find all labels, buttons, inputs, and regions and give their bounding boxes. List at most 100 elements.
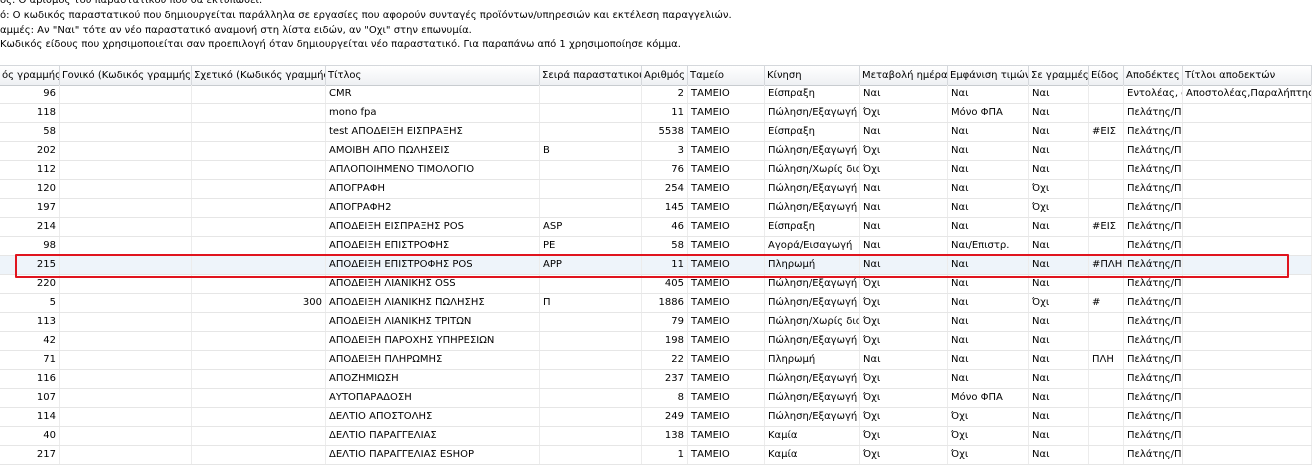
table-row[interactable]: 215 ΑΠΟΔΕΙΞΗ ΕΠΙΣΤΡΟΦΗΣ POS APP 11 ΤΑΜΕΙΟ Πλη… bbox=[0, 256, 1312, 275]
cell-item[interactable] bbox=[1089, 85, 1124, 103]
cell-line-code[interactable]: 214 bbox=[0, 218, 60, 236]
cell-recipients[interactable]: Πελάτης/Πρ bbox=[1124, 104, 1183, 122]
cell-related-code[interactable] bbox=[192, 370, 326, 388]
cell-title[interactable]: ΑΠΟΔΕΙΞΗ ΛΙΑΝΙΚΗΣ ΤΡΙΤΩΝ bbox=[326, 313, 540, 331]
cell-day-change[interactable]: Όχι bbox=[860, 427, 948, 445]
table-row[interactable]: 5 300 ΑΠΟΔΕΙΞΗ ΛΙΑΝΙΚΗΣ ΠΩΛΗΣΗΣ Π 1886 ΤΑΜΕΙΟ… bbox=[0, 294, 1312, 313]
cell-in-lines[interactable]: Ναι bbox=[1029, 313, 1089, 331]
cell-recipient-titles[interactable] bbox=[1183, 237, 1312, 255]
cell-in-lines[interactable]: Ναι bbox=[1029, 351, 1089, 369]
cell-title[interactable]: ΑΠΟΖΗΜΙΩΣΗ bbox=[326, 370, 540, 388]
column-header-line-code[interactable]: ός γραμμής bbox=[0, 66, 60, 85]
cell-day-change[interactable]: Ναι bbox=[860, 199, 948, 217]
cell-movement[interactable]: Είσπραξη bbox=[765, 85, 860, 103]
cell-show-prices[interactable]: Ναι bbox=[948, 218, 1029, 236]
cell-recipients[interactable]: Πελάτης/Πρ bbox=[1124, 123, 1183, 141]
cell-in-lines[interactable]: Ναι bbox=[1029, 332, 1089, 350]
cell-title[interactable]: CMR bbox=[326, 85, 540, 103]
cell-day-change[interactable]: Ναι bbox=[860, 256, 948, 274]
cell-parent-code[interactable] bbox=[60, 123, 192, 141]
table-row[interactable]: 40 ΔΕΛΤΙΟ ΠΑΡΑΓΓΕΛΙΑΣ 138 ΤΑΜΕΙΟ Καμία Όχι Όχι… bbox=[0, 427, 1312, 446]
cell-related-code[interactable] bbox=[192, 161, 326, 179]
cell-parent-code[interactable] bbox=[60, 332, 192, 350]
cell-movement[interactable]: Πώληση/Εξαγωγή bbox=[765, 199, 860, 217]
cell-line-code[interactable]: 113 bbox=[0, 313, 60, 331]
cell-movement[interactable]: Αγορά/Εισαγωγή bbox=[765, 237, 860, 255]
cell-in-lines[interactable]: Όχι bbox=[1029, 199, 1089, 217]
cell-title[interactable]: mono fpa bbox=[326, 104, 540, 122]
cell-recipients[interactable]: Πελάτης/Πρ bbox=[1124, 142, 1183, 160]
cell-cashier[interactable]: ΤΑΜΕΙΟ bbox=[688, 370, 765, 388]
cell-show-prices[interactable]: Μόνο ΦΠΑ bbox=[948, 389, 1029, 407]
cell-movement[interactable]: Πώληση/Εξαγωγή bbox=[765, 275, 860, 293]
cell-line-code[interactable]: 112 bbox=[0, 161, 60, 179]
cell-show-prices[interactable]: Ναι bbox=[948, 370, 1029, 388]
cell-show-prices[interactable]: Ναι bbox=[948, 161, 1029, 179]
cell-line-code[interactable]: 96 bbox=[0, 85, 60, 103]
cell-parent-code[interactable] bbox=[60, 180, 192, 198]
table-row[interactable]: 42 ΑΠΟΔΕΙΞΗ ΠΑΡΟΧΗΣ ΥΠΗΡΕΣΙΩΝ 198 ΤΑΜΕΙΟ Πώλ… bbox=[0, 332, 1312, 351]
cell-related-code[interactable] bbox=[192, 104, 326, 122]
cell-series[interactable] bbox=[540, 389, 642, 407]
cell-show-prices[interactable]: Ναι bbox=[948, 294, 1029, 312]
cell-item[interactable] bbox=[1089, 427, 1124, 445]
cell-series[interactable] bbox=[540, 446, 642, 464]
table-row[interactable]: 220 ΑΠΟΔΕΙΞΗ ΛΙΑΝΙΚΗΣ OSS 405 ΤΑΜΕΙΟ Πώληση/… bbox=[0, 275, 1312, 294]
cell-number[interactable]: 198 bbox=[642, 332, 688, 350]
cell-cashier[interactable]: ΤΑΜΕΙΟ bbox=[688, 180, 765, 198]
cell-in-lines[interactable]: Ναι bbox=[1029, 256, 1089, 274]
cell-item[interactable] bbox=[1089, 199, 1124, 217]
cell-recipient-titles[interactable] bbox=[1183, 446, 1312, 464]
cell-recipients[interactable]: Πελάτης/Πρ bbox=[1124, 218, 1183, 236]
cell-recipient-titles[interactable] bbox=[1183, 332, 1312, 350]
cell-show-prices[interactable]: Όχι bbox=[948, 446, 1029, 464]
cell-number[interactable]: 237 bbox=[642, 370, 688, 388]
cell-line-code[interactable]: 114 bbox=[0, 408, 60, 426]
cell-cashier[interactable]: ΤΑΜΕΙΟ bbox=[688, 351, 765, 369]
cell-line-code[interactable]: 5 bbox=[0, 294, 60, 312]
cell-title[interactable]: ΑΠΟΔΕΙΞΗ ΛΙΑΝΙΚΗΣ ΠΩΛΗΣΗΣ bbox=[326, 294, 540, 312]
column-header-item[interactable]: Είδος bbox=[1089, 66, 1124, 85]
table-row[interactable]: 120 ΑΠΟΓΡΑΦΗ 254 ΤΑΜΕΙΟ Πώληση/Εξαγωγή Ναι Ναι… bbox=[0, 180, 1312, 199]
cell-recipients[interactable]: Πελάτης/Πρ bbox=[1124, 351, 1183, 369]
cell-line-code[interactable]: 202 bbox=[0, 142, 60, 160]
column-header-day-change[interactable]: Μεταβολή ημέρας bbox=[860, 66, 948, 85]
cell-series[interactable] bbox=[540, 427, 642, 445]
cell-cashier[interactable]: ΤΑΜΕΙΟ bbox=[688, 389, 765, 407]
cell-in-lines[interactable]: Ναι bbox=[1029, 104, 1089, 122]
cell-number[interactable]: 3 bbox=[642, 142, 688, 160]
cell-number[interactable]: 405 bbox=[642, 275, 688, 293]
cell-show-prices[interactable]: Ναι bbox=[948, 85, 1029, 103]
cell-line-code[interactable]: 40 bbox=[0, 427, 60, 445]
cell-item[interactable] bbox=[1089, 142, 1124, 160]
column-header-recipients[interactable]: Αποδέκτες bbox=[1124, 66, 1183, 85]
cell-movement[interactable]: Πώληση/Εξαγωγή bbox=[765, 294, 860, 312]
cell-line-code[interactable]: 220 bbox=[0, 275, 60, 293]
cell-movement[interactable]: Είσπραξη bbox=[765, 123, 860, 141]
cell-recipient-titles[interactable] bbox=[1183, 389, 1312, 407]
cell-show-prices[interactable]: Ναι bbox=[948, 123, 1029, 141]
cell-item[interactable]: #ΕΙΣ bbox=[1089, 218, 1124, 236]
cell-day-change[interactable]: Ναι bbox=[860, 237, 948, 255]
cell-related-code[interactable] bbox=[192, 123, 326, 141]
cell-recipient-titles[interactable] bbox=[1183, 218, 1312, 236]
cell-recipients[interactable]: Πελάτης/Πρ bbox=[1124, 199, 1183, 217]
column-header-in-lines[interactable]: Σε γραμμές bbox=[1029, 66, 1089, 85]
cell-item[interactable] bbox=[1089, 446, 1124, 464]
cell-line-code[interactable]: 197 bbox=[0, 199, 60, 217]
cell-recipients[interactable]: Πελάτης/Πρ bbox=[1124, 237, 1183, 255]
cell-item[interactable] bbox=[1089, 104, 1124, 122]
table-row[interactable]: 116 ΑΠΟΖΗΜΙΩΣΗ 237 ΤΑΜΕΙΟ Πώληση/Εξαγωγή Όχι Ν… bbox=[0, 370, 1312, 389]
cell-recipient-titles[interactable] bbox=[1183, 256, 1312, 274]
cell-related-code[interactable] bbox=[192, 313, 326, 331]
table-row[interactable]: 214 ΑΠΟΔΕΙΞΗ ΕΙΣΠΡΑΞΗΣ POS ASP 46 ΤΑΜΕΙΟ Είσπ… bbox=[0, 218, 1312, 237]
cell-title[interactable]: ΔΕΛΤΙΟ ΑΠΟΣΤΟΛΗΣ bbox=[326, 408, 540, 426]
cell-recipients[interactable]: Πελάτης/Πρ bbox=[1124, 294, 1183, 312]
cell-cashier[interactable]: ΤΑΜΕΙΟ bbox=[688, 446, 765, 464]
cell-cashier[interactable]: ΤΑΜΕΙΟ bbox=[688, 199, 765, 217]
cell-parent-code[interactable] bbox=[60, 294, 192, 312]
cell-line-code[interactable]: 118 bbox=[0, 104, 60, 122]
cell-movement[interactable]: Πώληση/Εξαγωγή bbox=[765, 370, 860, 388]
cell-item[interactable]: # bbox=[1089, 294, 1124, 312]
cell-line-code[interactable]: 42 bbox=[0, 332, 60, 350]
